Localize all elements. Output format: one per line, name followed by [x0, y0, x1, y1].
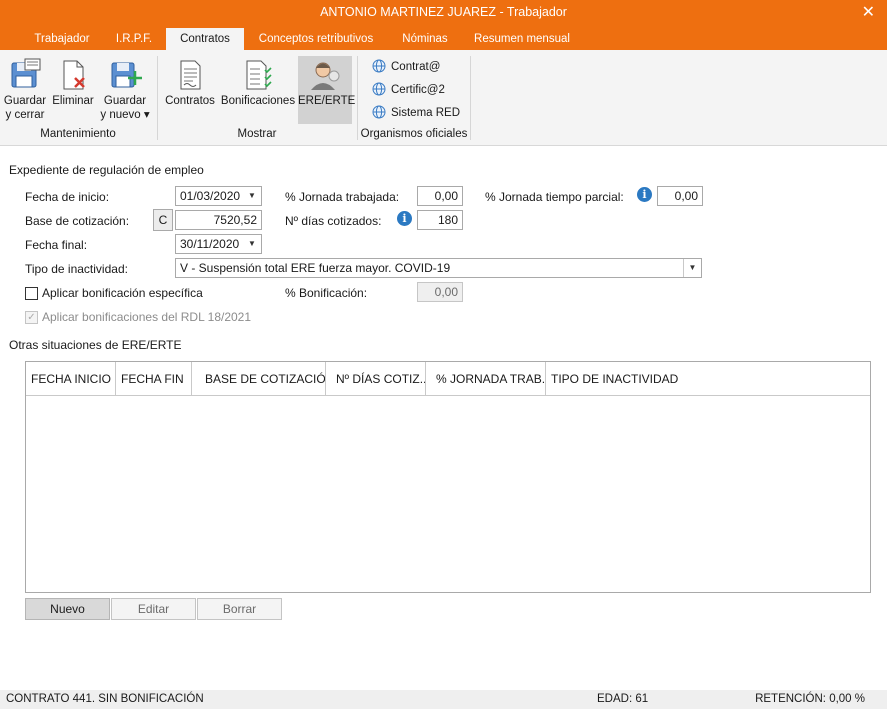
table-header: FECHA INICIO FECHA FIN BASE DE COTIZACIÓ…	[26, 362, 870, 396]
jornada-trabajada-label: % Jornada trabajada:	[285, 190, 400, 204]
fecha-final-value: 30/11/2020	[180, 237, 240, 251]
save-close-label-1: Guardar	[3, 95, 47, 107]
globe-icon	[372, 105, 386, 119]
status-contrato: CONTRATO 441. SIN BONIFICACIÓN	[6, 693, 204, 705]
porcentaje-bonificacion-input: 0,00	[417, 282, 463, 302]
tipo-inactividad-label: Tipo de inactividad:	[25, 262, 128, 276]
chevron-down-icon[interactable]: ▼	[243, 235, 261, 253]
editar-button[interactable]: Editar	[111, 598, 196, 620]
delete-button[interactable]: Eliminar	[50, 58, 96, 108]
chevron-down-icon[interactable]: ▼	[683, 259, 701, 277]
tab-contratos[interactable]: Contratos	[166, 28, 244, 50]
ere-section-title: Expediente de regulación de empleo	[9, 163, 204, 177]
delete-document-icon	[63, 60, 85, 90]
save-new-icon	[111, 62, 142, 88]
base-cotizacion-label: Base de cotización:	[25, 214, 130, 228]
status-retencion: RETENCIÓN: 0,00 %	[755, 693, 865, 705]
fecha-inicio-value: 01/03/2020	[180, 189, 241, 203]
group-organismos-label: Organismos oficiales	[360, 128, 468, 140]
fecha-inicio-field[interactable]: 01/03/2020 ▼	[175, 186, 262, 206]
save-new-button[interactable]: Guardar y nuevo ▾	[98, 58, 152, 122]
jornada-parcial-label: % Jornada tiempo parcial:	[485, 190, 624, 204]
column-jornada-trabajada[interactable]: % JORNADA TRAB...	[426, 362, 546, 396]
group-mostrar-label: Mostrar	[237, 128, 277, 140]
dias-cotizados-input[interactable]: 180	[417, 210, 463, 230]
ribbon-separator	[470, 56, 471, 140]
column-fecha-inicio[interactable]: FECHA INICIO	[26, 362, 116, 396]
otras-situaciones-title: Otras situaciones de ERE/ERTE	[9, 338, 182, 352]
tab-conceptos-retributivos[interactable]: Conceptos retributivos	[248, 28, 384, 50]
close-icon[interactable]: ✕	[862, 2, 875, 22]
delete-label: Eliminar	[52, 95, 94, 107]
column-fecha-fin[interactable]: FECHA FIN	[116, 362, 192, 396]
base-cotizacion-input[interactable]: 7520,52	[175, 210, 262, 230]
bonificacion-especifica-label: Aplicar bonificación específica	[42, 286, 203, 300]
tipo-inactividad-value: V - Suspensión total ERE fuerza mayor. C…	[180, 261, 451, 275]
bonificaciones-rdl-checkbox: ✓	[25, 311, 38, 324]
save-close-icon	[11, 58, 41, 88]
contrata-label: Contrat@	[391, 61, 441, 73]
bonificaciones-rdl-label: Aplicar bonificaciones del RDL 18/2021	[42, 310, 252, 324]
save-new-label-2: y nuevo ▾	[100, 109, 150, 121]
contratos-button[interactable]: Contratos	[162, 58, 218, 108]
certifica2-link[interactable]: Certific@2	[372, 81, 445, 99]
ere-erte-table[interactable]: FECHA INICIO FECHA FIN BASE DE COTIZACIÓ…	[25, 361, 871, 593]
save-new-label-1: Guardar	[103, 95, 147, 107]
contrata-link[interactable]: Contrat@	[372, 58, 440, 76]
column-dias-cotizados[interactable]: Nº DÍAS COTIZ...	[326, 362, 426, 396]
fecha-final-label: Fecha final:	[25, 238, 88, 252]
bonificaciones-button[interactable]: Bonificaciones	[220, 58, 296, 108]
fecha-final-field[interactable]: 30/11/2020 ▼	[175, 234, 262, 254]
borrar-button[interactable]: Borrar	[197, 598, 282, 620]
info-icon[interactable]: i	[637, 187, 652, 202]
checklist-document-icon	[246, 60, 272, 90]
worker-person-icon	[311, 62, 340, 90]
fecha-inicio-label: Fecha de inicio:	[25, 190, 110, 204]
tab-resumen-mensual[interactable]: Resumen mensual	[466, 28, 578, 50]
contract-document-icon	[180, 60, 201, 90]
window-title: ANTONIO MARTINEZ JUAREZ - Trabajador	[320, 5, 567, 19]
nuevo-button[interactable]: Nuevo	[25, 598, 110, 620]
ribbon: Guardar y cerrar Eliminar Guardar y nuev…	[0, 50, 887, 146]
column-base-cotizacion[interactable]: BASE DE COTIZACIÓN	[192, 362, 326, 396]
info-icon[interactable]: i	[397, 211, 412, 226]
dias-cotizados-label: Nº días cotizados:	[285, 214, 382, 228]
title-bar: ANTONIO MARTINEZ JUAREZ - Trabajador ✕	[0, 0, 887, 26]
ere-erte-button[interactable]: ERE/ERTE	[298, 56, 356, 124]
status-bar: CONTRATO 441. SIN BONIFICACIÓN EDAD: 61 …	[0, 690, 887, 709]
ere-erte-label: ERE/ERTE	[298, 95, 356, 107]
chevron-down-icon[interactable]: ▼	[243, 187, 261, 205]
globe-icon	[372, 82, 386, 96]
sistema-red-link[interactable]: Sistema RED	[372, 104, 460, 122]
save-close-button[interactable]: Guardar y cerrar	[3, 58, 47, 122]
tab-strip: Trabajador I.R.P.F. Contratos Conceptos …	[0, 26, 887, 50]
calculate-base-button[interactable]: C	[153, 209, 173, 231]
porcentaje-bonificacion-label: % Bonificación:	[285, 286, 368, 300]
column-tipo-inactividad[interactable]: TIPO DE INACTIVIDAD	[546, 362, 870, 396]
sistema-red-label: Sistema RED	[391, 107, 461, 119]
bonificaciones-label: Bonificaciones	[220, 95, 296, 107]
globe-icon	[372, 59, 386, 73]
certifica2-label: Certific@2	[391, 84, 445, 96]
group-mantenimiento-label: Mantenimiento	[40, 128, 116, 140]
tab-nominas[interactable]: Nóminas	[388, 28, 462, 50]
tipo-inactividad-select[interactable]: V - Suspensión total ERE fuerza mayor. C…	[175, 258, 702, 278]
tab-irpf[interactable]: I.R.P.F.	[104, 28, 164, 50]
jornada-parcial-input[interactable]: 0,00	[657, 186, 703, 206]
status-edad: EDAD: 61	[597, 693, 649, 705]
tab-trabajador[interactable]: Trabajador	[22, 28, 102, 50]
bonificacion-especifica-checkbox[interactable]	[25, 287, 38, 300]
save-close-label-2: y cerrar	[5, 109, 45, 121]
contratos-label: Contratos	[165, 95, 215, 107]
jornada-trabajada-input[interactable]: 0,00	[417, 186, 463, 206]
